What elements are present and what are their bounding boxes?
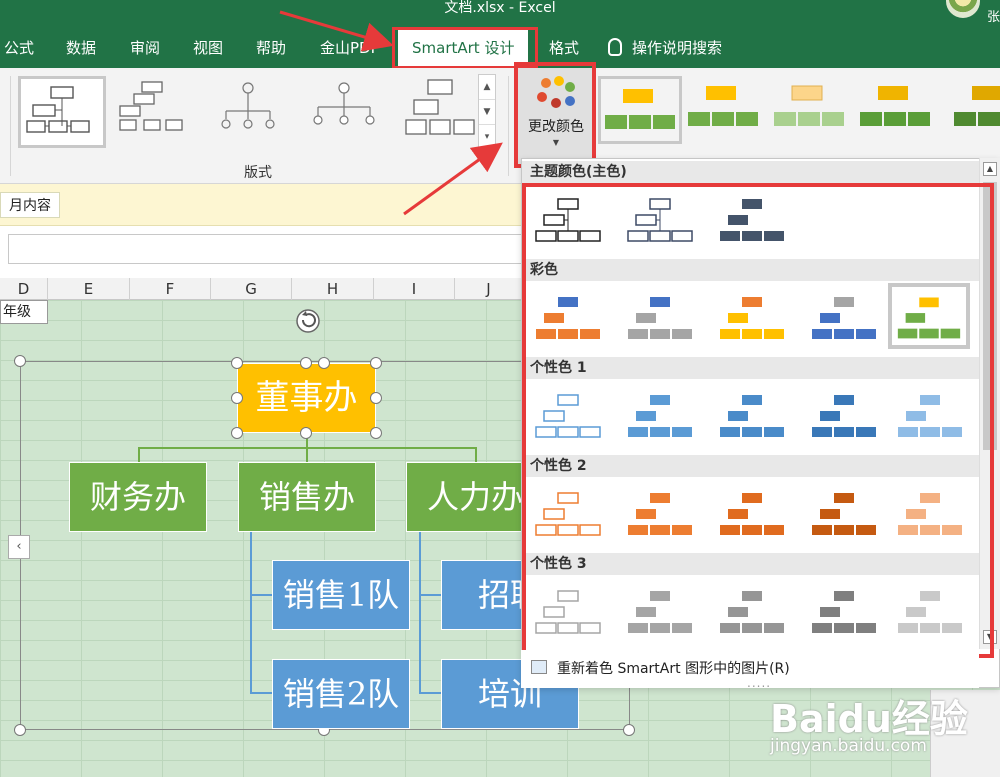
annotation-arrows bbox=[279, 10, 503, 216]
watermark: Baidu经验 jingyan.baidu.com bbox=[760, 668, 1000, 777]
arrow-to-change-colors bbox=[403, 142, 503, 216]
arrow-to-tab bbox=[279, 10, 394, 52]
watermark-logo: Baidu经验 bbox=[770, 697, 968, 741]
watermark-url: jingyan.baidu.com bbox=[770, 736, 927, 756]
